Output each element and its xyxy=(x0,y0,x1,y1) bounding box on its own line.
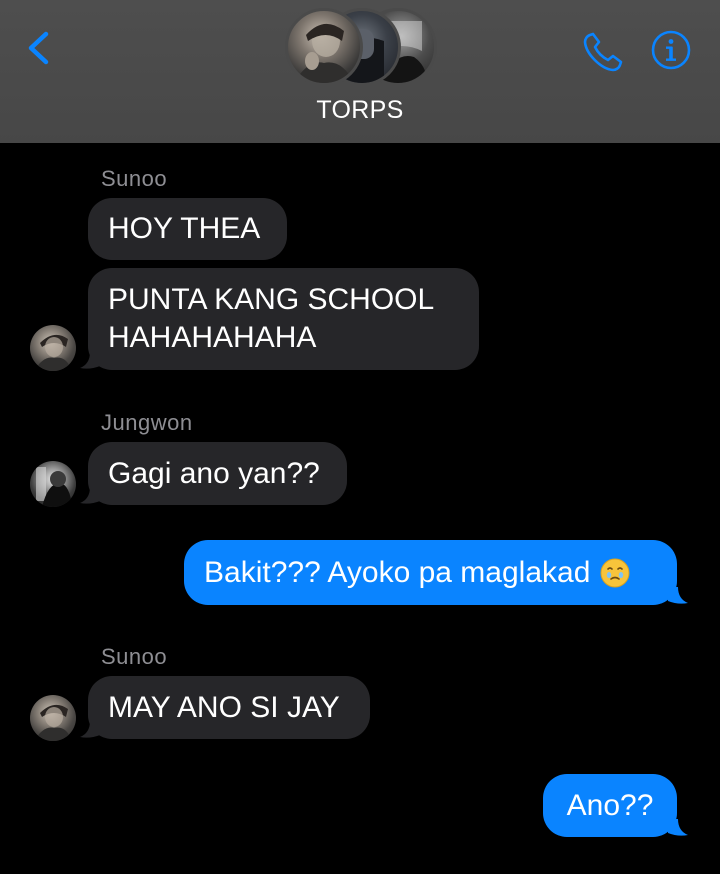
incoming-message-bubble[interactable]: HOY THEA xyxy=(88,198,287,260)
incoming-message-bubble[interactable]: MAY ANO SI JAY xyxy=(88,676,370,739)
incoming-message-bubble[interactable]: PUNTA KANG SCHOOL HAHAHAHAHA xyxy=(88,268,479,370)
group-name[interactable]: TORPS xyxy=(260,96,460,125)
sender-avatar[interactable] xyxy=(30,461,76,507)
sender-avatar[interactable] xyxy=(30,695,76,741)
outgoing-message-bubble[interactable]: Ano?? xyxy=(543,774,677,837)
info-icon[interactable] xyxy=(650,29,692,71)
face-holding-back-tears-icon xyxy=(600,558,630,587)
message-text: Bakit??? Ayoko pa maglakad xyxy=(204,555,591,589)
bubble-tail xyxy=(668,819,688,836)
chat-screen: TORPS Sunoo HOY THEA PUNTA KANG SCHOOL H… xyxy=(0,0,720,874)
message-text: MAY ANO SI JAY xyxy=(108,690,340,724)
message-text-line: HAHAHAHAHA xyxy=(108,321,317,354)
group-avatar-stack[interactable] xyxy=(285,8,437,86)
bubble-tail xyxy=(80,721,100,738)
message-text: HOY THEA xyxy=(108,212,261,245)
chevron-left-icon[interactable] xyxy=(22,28,56,68)
incoming-message-bubble[interactable]: Gagi ano yan?? xyxy=(88,442,347,505)
message-text: Gagi ano yan?? xyxy=(108,456,320,490)
sender-avatar[interactable] xyxy=(30,325,76,371)
outgoing-message-bubble[interactable]: Bakit??? Ayoko pa maglakad xyxy=(184,540,677,605)
sender-name: Sunoo xyxy=(101,644,168,669)
avatar xyxy=(285,8,363,86)
message-text: Ano?? xyxy=(566,788,654,822)
message-text-line: PUNTA KANG SCHOOL xyxy=(108,283,435,316)
phone-icon[interactable] xyxy=(581,30,625,74)
bubble-tail xyxy=(80,352,100,369)
conversation-header: TORPS xyxy=(0,0,720,143)
bubble-tail xyxy=(668,587,688,604)
bubble-tail xyxy=(80,487,100,504)
sender-name: Sunoo xyxy=(101,166,168,191)
sender-name: Jungwon xyxy=(101,410,193,435)
